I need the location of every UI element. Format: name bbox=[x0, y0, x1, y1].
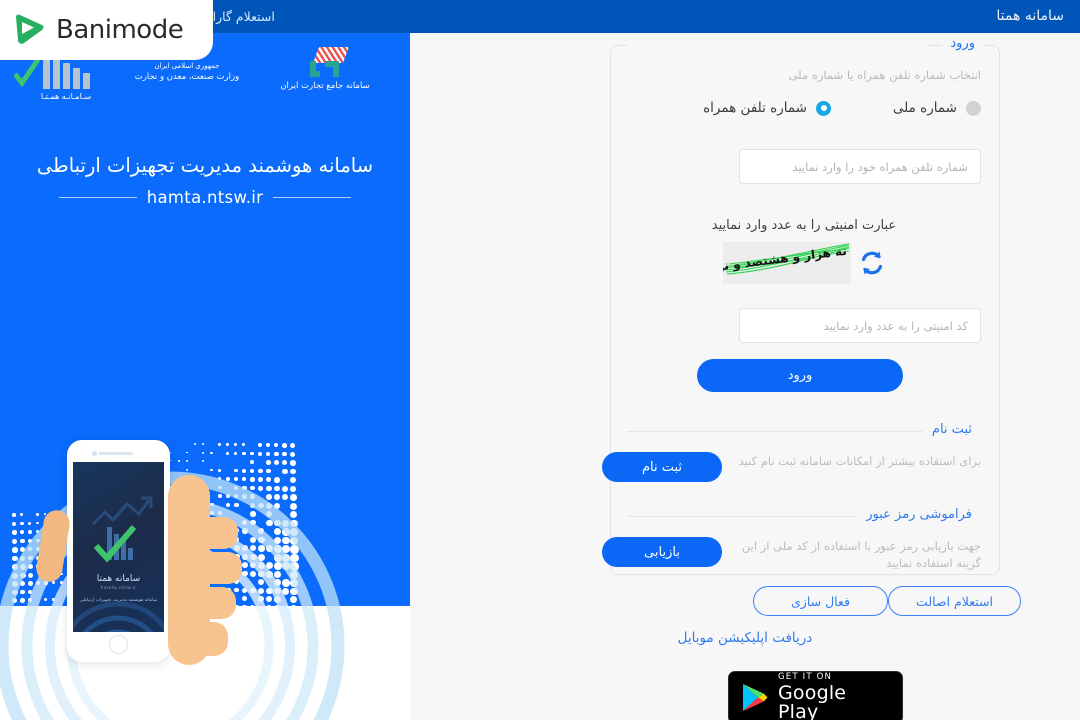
login-button[interactable]: ورود bbox=[697, 359, 903, 392]
mobile-field[interactable] bbox=[739, 149, 981, 184]
panel-title: سامانه هوشمند مدیریت تجهیزات ارتباطی bbox=[0, 153, 410, 179]
page-root: سـامـانـه همـتـا جمهوری اسلامی ایران وزا… bbox=[0, 0, 1080, 720]
panel-url: hamta.ntsw.ir bbox=[147, 188, 263, 207]
forgot-description: جهت بازیابی رمز عبور با استفاده از کد مل… bbox=[731, 538, 981, 572]
banimode-play-mark-icon bbox=[12, 13, 46, 47]
authenticity-inquiry-button[interactable]: استعلام اصالت bbox=[888, 586, 1021, 616]
phone-speaker bbox=[99, 452, 133, 455]
mobile-input[interactable] bbox=[740, 150, 980, 183]
radio-option-national-id[interactable]: شماره ملی bbox=[893, 100, 981, 116]
login-hint: انتخاب شماره تلفن همراه یا شماره ملی bbox=[627, 68, 981, 82]
captcha-row: نه هزار و هشتصد و نوزده bbox=[627, 242, 981, 284]
login-method-radio-group: شماره ملی شماره تلفن همراه bbox=[627, 100, 981, 126]
app-title: سامانه همتا bbox=[996, 6, 1064, 26]
ntsw-emblem-icon bbox=[308, 49, 342, 79]
banimode-watermark: Banimode bbox=[0, 0, 213, 60]
ntsw-logo: سامانه جامع تجارت ایران bbox=[250, 49, 400, 92]
forgot-divider: فراموشی رمز عبور bbox=[627, 516, 981, 517]
hamta-logo: سـامـانـه همـتـا bbox=[6, 55, 126, 101]
banimode-wordmark: Banimode bbox=[56, 15, 183, 45]
ministry-logo: جمهوری اسلامی ایران وزارت صنعت، معدن و ت… bbox=[132, 61, 242, 83]
hamta-logo-caption: سـامـانـه همـتـا bbox=[6, 92, 126, 101]
google-play-badge[interactable]: GET IT ON Google Play bbox=[728, 671, 903, 720]
check-icon bbox=[14, 57, 40, 87]
login-card-legend: ورود bbox=[942, 36, 983, 51]
phone-screen: سامانه همتا hamta.ntsw.ir سامانه هوشمند … bbox=[73, 462, 164, 632]
phone-mockup: سامانه همتا hamta.ntsw.ir سامانه هوشمند … bbox=[67, 440, 170, 662]
reset-password-button[interactable]: بازیابی bbox=[602, 537, 722, 567]
signup-button[interactable]: ثبت نام bbox=[602, 452, 722, 482]
signup-legend: ثبت نام bbox=[923, 422, 981, 437]
ministry-logo-caption-top: جمهوری اسلامی ایران bbox=[132, 61, 242, 72]
signup-divider: ثبت نام bbox=[627, 431, 981, 432]
captcha-label: عبارت امنیتی را به عدد وارد نمایید bbox=[627, 218, 981, 233]
ntsw-logo-caption: سامانه جامع تجارت ایران bbox=[250, 81, 400, 92]
panel-url-row: hamta.ntsw.ir bbox=[0, 188, 410, 207]
activation-button[interactable]: فعال سازی bbox=[753, 586, 888, 616]
google-play-text: GET IT ON Google Play bbox=[778, 673, 889, 720]
captcha-image: نه هزار و هشتصد و نوزده bbox=[723, 242, 851, 284]
phone-home-button bbox=[109, 635, 128, 654]
screen-app-sub: hamta.ntsw.ir bbox=[73, 586, 164, 591]
google-play-bottom-text: Google Play bbox=[778, 684, 889, 720]
screen-app-title: سامانه همتا bbox=[73, 574, 164, 584]
signup-description: برای استفاده بیشتر از امکانات سامانه ثبت… bbox=[731, 453, 981, 470]
captcha-field[interactable] bbox=[739, 308, 981, 343]
login-card: ورود انتخاب شماره تلفن همراه یا شماره مل… bbox=[610, 45, 1000, 575]
radio-option-mobile[interactable]: شماره تلفن همراه bbox=[703, 100, 831, 116]
google-play-top-text: GET IT ON bbox=[778, 673, 889, 682]
radio-national-id-dot[interactable] bbox=[966, 101, 981, 116]
radio-mobile-label: شماره تلفن همراه bbox=[703, 100, 807, 116]
radio-mobile-dot[interactable] bbox=[816, 101, 831, 116]
refresh-icon[interactable] bbox=[859, 250, 885, 276]
ministry-logo-caption: وزارت صنعت، معدن و تجارت bbox=[132, 72, 242, 83]
main-content: ورود انتخاب شماره تلفن همراه یا شماره مل… bbox=[410, 33, 1080, 720]
screen-waves-decor bbox=[73, 596, 164, 632]
google-play-icon bbox=[742, 683, 768, 712]
captcha-input[interactable] bbox=[740, 309, 980, 342]
forgot-legend: فراموشی رمز عبور bbox=[857, 507, 981, 522]
screen-check-icon bbox=[93, 524, 137, 564]
mobile-app-link[interactable]: دریافت اپلیکیشن موبایل bbox=[410, 630, 1080, 646]
radio-national-id-label: شماره ملی bbox=[893, 100, 957, 116]
